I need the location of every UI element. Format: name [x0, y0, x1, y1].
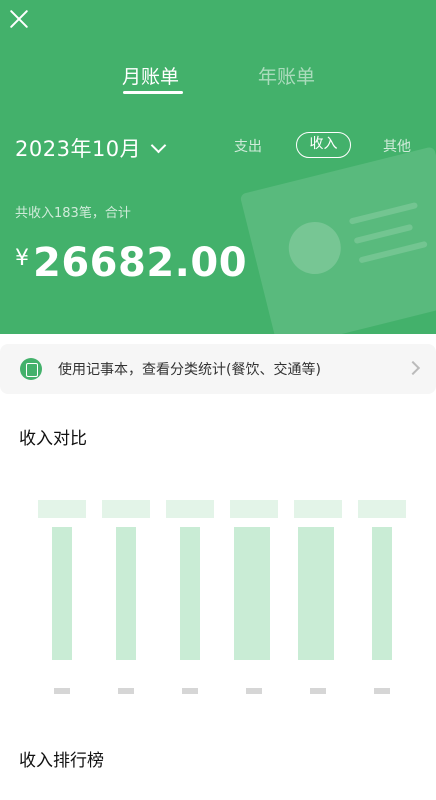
type-filter: 支出 收入 其他 — [230, 132, 430, 162]
chart-bar-column — [230, 500, 280, 700]
chart-bar — [180, 527, 200, 660]
chart-bar — [52, 527, 72, 660]
chart-bar-cap — [358, 500, 406, 518]
header-panel: 月账单 年账单 2023年10月 支出 收入 其他 共收入183笔，合计 ¥26… — [0, 0, 436, 334]
chart-bar-cap — [230, 500, 278, 518]
tab-underline — [123, 91, 183, 94]
filter-income[interactable]: 收入 — [296, 132, 351, 158]
notebook-banner[interactable]: 使用记事本，查看分类统计(餐饮、交通等) — [0, 344, 436, 394]
chart-bar-column — [358, 500, 408, 700]
currency-symbol: ¥ — [15, 246, 29, 271]
chart-bar-cap — [102, 500, 150, 518]
month-label[interactable]: 2023年10月 — [15, 137, 141, 161]
chart-bar-label — [374, 688, 390, 694]
banner-text: 使用记事本，查看分类统计(餐饮、交通等) — [58, 362, 321, 378]
chart-bar-column — [294, 500, 344, 700]
chevron-right-icon — [405, 360, 421, 376]
filter-other[interactable]: 其他 — [383, 136, 411, 156]
summary-label: 共收入183笔，合计 — [15, 206, 131, 221]
chart-bar — [234, 527, 270, 660]
amount-value: 26682.00 — [33, 240, 248, 286]
chart-bar-column — [102, 500, 152, 700]
month-picker[interactable]: 2023年10月 — [15, 133, 167, 163]
chart-bar-column — [38, 500, 88, 700]
illustration-line — [353, 223, 414, 245]
chart-bar — [372, 527, 392, 660]
bill-page: 月账单 年账单 2023年10月 支出 收入 其他 共收入183笔，合计 ¥26… — [0, 0, 436, 800]
chart-bar-label — [310, 688, 326, 694]
chart-bar-cap — [294, 500, 342, 518]
tab-yearly[interactable]: 年账单 — [258, 62, 315, 89]
bill-tabs: 月账单 年账单 — [0, 62, 436, 102]
chart-bar-label — [246, 688, 262, 694]
chart-bar-label — [182, 688, 198, 694]
illustration-circle — [283, 216, 347, 280]
illustration-line — [348, 201, 419, 225]
income-compare-chart — [20, 490, 420, 700]
chart-bar-cap — [166, 500, 214, 518]
close-icon[interactable] — [6, 6, 32, 32]
chart-bar — [116, 527, 136, 660]
filter-expense[interactable]: 支出 — [234, 136, 262, 156]
notebook-illustration — [239, 146, 436, 334]
chevron-down-icon[interactable] — [150, 137, 167, 154]
compare-title: 收入对比 — [19, 429, 87, 449]
tab-monthly[interactable]: 月账单 — [122, 62, 179, 89]
chart-bar-column — [166, 500, 216, 700]
chart-bar — [298, 527, 334, 660]
chart-bar-label — [54, 688, 70, 694]
notebook-icon — [20, 358, 42, 380]
chart-bar-label — [118, 688, 134, 694]
total-amount: ¥26682.00 — [15, 240, 247, 286]
ranking-title: 收入排行榜 — [19, 751, 104, 771]
illustration-line — [358, 240, 428, 264]
chart-bar-cap — [38, 500, 86, 518]
